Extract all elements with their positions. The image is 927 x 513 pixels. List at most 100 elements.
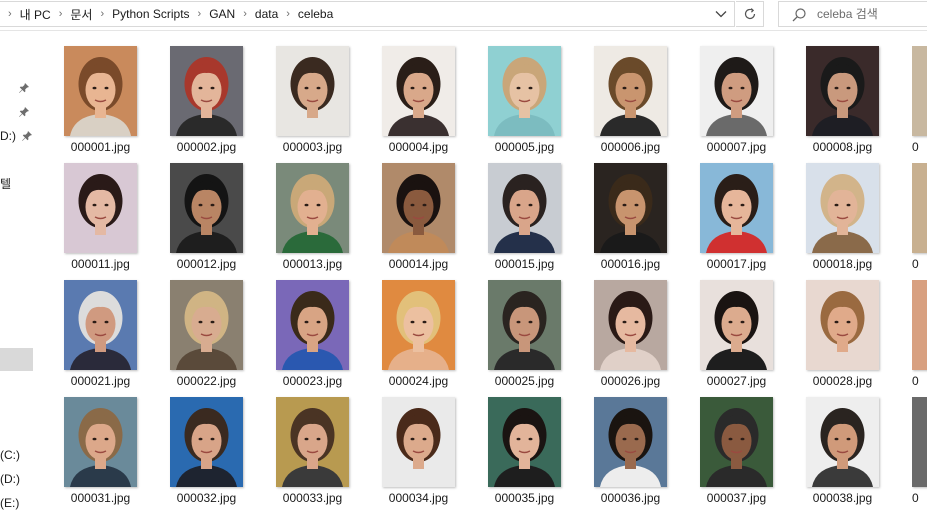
file-name-label[interactable]: 0: [912, 491, 927, 505]
file-name-label[interactable]: 000025.jpg: [468, 374, 581, 388]
nav-item-drive-e[interactable]: (E:): [0, 493, 33, 512]
refresh-button[interactable]: [736, 1, 764, 27]
file-name-label[interactable]: 000005.jpg: [468, 140, 581, 154]
file-item[interactable]: 000028.jpg: [806, 280, 912, 396]
file-thumbnail[interactable]: [594, 163, 667, 253]
file-name-label[interactable]: 000016.jpg: [574, 257, 687, 271]
file-thumbnail[interactable]: [382, 163, 455, 253]
file-item-partial[interactable]: 0: [912, 46, 927, 162]
file-item[interactable]: 000018.jpg: [806, 163, 912, 279]
file-name-label[interactable]: 000017.jpg: [680, 257, 793, 271]
file-name-label[interactable]: 000024.jpg: [362, 374, 475, 388]
file-thumbnail[interactable]: [488, 46, 561, 136]
nav-item-quick-access-1[interactable]: [0, 78, 33, 98]
file-name-label[interactable]: 000023.jpg: [256, 374, 369, 388]
file-name-label[interactable]: 000015.jpg: [468, 257, 581, 271]
pin-icon[interactable]: [18, 82, 30, 94]
breadcrumb-item-celeba[interactable]: celeba: [298, 7, 333, 21]
file-thumbnail[interactable]: [594, 397, 667, 487]
file-name-label[interactable]: 000022.jpg: [150, 374, 263, 388]
chevron-right-icon[interactable]: ›: [243, 8, 247, 20]
file-name-label[interactable]: 000004.jpg: [362, 140, 475, 154]
chevron-right-icon[interactable]: ›: [59, 8, 63, 20]
file-name-label[interactable]: 000027.jpg: [680, 374, 793, 388]
file-thumbnail[interactable]: [700, 280, 773, 370]
nav-item-quick-access-2[interactable]: [0, 102, 33, 122]
search-box[interactable]: [778, 1, 927, 27]
file-thumbnail[interactable]: [170, 163, 243, 253]
file-thumbnail[interactable]: [170, 46, 243, 136]
chevron-right-icon[interactable]: ›: [100, 8, 104, 20]
file-thumbnail[interactable]: [806, 397, 879, 487]
file-name-label[interactable]: 000021.jpg: [44, 374, 157, 388]
file-name-label[interactable]: 000038.jpg: [786, 491, 899, 505]
nav-item-drive-d-pinned[interactable]: D:): [0, 126, 33, 146]
file-thumbnail[interactable]: [276, 397, 349, 487]
file-name-label[interactable]: 0: [912, 374, 927, 388]
file-thumbnail[interactable]: [700, 46, 773, 136]
file-name-label[interactable]: 000034.jpg: [362, 491, 475, 505]
file-name-label[interactable]: 000035.jpg: [468, 491, 581, 505]
file-thumbnail[interactable]: [594, 46, 667, 136]
file-name-label[interactable]: 000006.jpg: [574, 140, 687, 154]
file-name-label[interactable]: 000033.jpg: [256, 491, 369, 505]
file-name-label[interactable]: 000007.jpg: [680, 140, 793, 154]
file-thumbnail[interactable]: [170, 280, 243, 370]
nav-item-folder[interactable]: 텔: [0, 172, 33, 192]
search-input[interactable]: [817, 5, 925, 23]
file-thumbnail[interactable]: [276, 280, 349, 370]
file-thumbnail[interactable]: [488, 397, 561, 487]
file-thumbnail[interactable]: [382, 46, 455, 136]
pin-icon[interactable]: [21, 130, 33, 142]
file-name-label[interactable]: 000011.jpg: [44, 257, 157, 271]
file-name-label[interactable]: 000003.jpg: [256, 140, 369, 154]
file-name-label[interactable]: 000002.jpg: [150, 140, 263, 154]
file-item-partial[interactable]: 0: [912, 163, 927, 279]
nav-item-drive-d[interactable]: (D:): [0, 469, 33, 489]
file-thumbnail[interactable]: [912, 163, 927, 253]
file-thumbnail[interactable]: [700, 163, 773, 253]
breadcrumb-item-gan[interactable]: GAN: [209, 7, 235, 21]
file-name-label[interactable]: 000013.jpg: [256, 257, 369, 271]
file-name-label[interactable]: 000018.jpg: [786, 257, 899, 271]
file-thumbnail[interactable]: [912, 46, 927, 136]
file-thumbnail[interactable]: [64, 280, 137, 370]
file-thumbnail[interactable]: [594, 280, 667, 370]
file-name-label[interactable]: 000031.jpg: [44, 491, 157, 505]
breadcrumb-item-documents[interactable]: 문서: [70, 6, 92, 23]
file-thumbnail[interactable]: [700, 397, 773, 487]
file-thumbnail[interactable]: [64, 397, 137, 487]
file-name-label[interactable]: 000014.jpg: [362, 257, 475, 271]
file-thumbnail[interactable]: [64, 46, 137, 136]
breadcrumb-item-python-scripts[interactable]: Python Scripts: [112, 7, 189, 21]
file-thumbnail[interactable]: [170, 397, 243, 487]
file-name-label[interactable]: 000028.jpg: [786, 374, 899, 388]
file-thumbnail[interactable]: [276, 163, 349, 253]
file-thumbnail[interactable]: [488, 280, 561, 370]
file-name-label[interactable]: 000036.jpg: [574, 491, 687, 505]
address-bar[interactable]: › 내 PC › 문서 › Python Scripts › GAN › dat…: [0, 1, 735, 27]
nav-item-drive-c[interactable]: (C:): [0, 445, 33, 465]
chevron-right-icon[interactable]: ›: [198, 8, 202, 20]
address-history-chevron-down-icon[interactable]: [714, 7, 728, 21]
file-name-label[interactable]: 000037.jpg: [680, 491, 793, 505]
file-name-label[interactable]: 0: [912, 257, 927, 271]
file-thumbnail[interactable]: [64, 163, 137, 253]
nav-item-selected[interactable]: [0, 348, 33, 371]
file-item-partial[interactable]: 0: [912, 397, 927, 513]
breadcrumb-item-this-pc[interactable]: 내 PC: [20, 6, 51, 23]
file-name-label[interactable]: 000008.jpg: [786, 140, 899, 154]
pin-icon[interactable]: [18, 106, 30, 118]
file-name-label[interactable]: 0: [912, 140, 927, 154]
chevron-right-icon[interactable]: ›: [286, 8, 290, 20]
chevron-right-icon[interactable]: ›: [8, 8, 12, 20]
file-thumbnail[interactable]: [276, 46, 349, 136]
file-thumbnail[interactable]: [806, 163, 879, 253]
file-thumbnail[interactable]: [912, 280, 927, 370]
file-item[interactable]: 000008.jpg: [806, 46, 912, 162]
file-thumbnail[interactable]: [488, 163, 561, 253]
file-item[interactable]: 000038.jpg: [806, 397, 912, 513]
file-name-label[interactable]: 000001.jpg: [44, 140, 157, 154]
file-item-partial[interactable]: 0: [912, 280, 927, 396]
file-name-label[interactable]: 000026.jpg: [574, 374, 687, 388]
